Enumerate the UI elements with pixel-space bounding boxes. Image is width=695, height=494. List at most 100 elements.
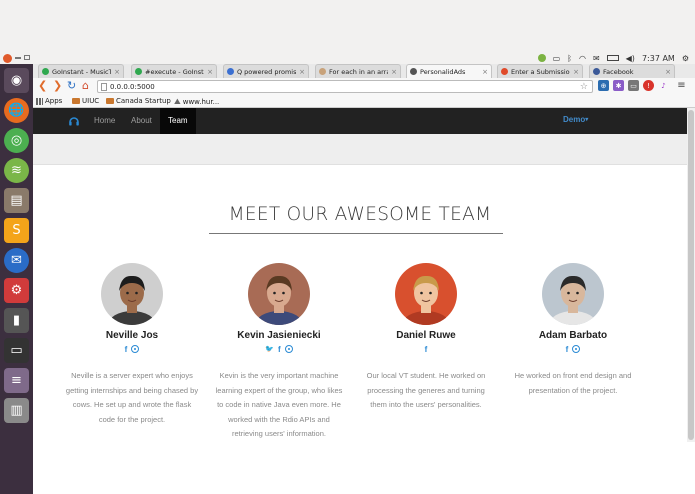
headphones-icon[interactable] xyxy=(68,115,80,127)
tab-title: Q powered promis - Go xyxy=(237,67,297,76)
tab-title: PersonalidAds xyxy=(420,67,466,76)
twitter-icon[interactable]: 🐦 xyxy=(265,345,274,355)
rdio-icon[interactable] xyxy=(284,345,293,353)
bookmark-label: Apps xyxy=(45,97,63,105)
bookmark-www[interactable]: ⛰ www.hur... xyxy=(174,97,219,107)
browser-tab[interactable]: For each in an array. Ho× xyxy=(315,64,401,78)
mail-icon[interactable]: ✉ xyxy=(593,54,600,63)
social-links: 🐦 f xyxy=(204,345,354,355)
tab-close-icon[interactable]: × xyxy=(207,68,213,76)
avatar xyxy=(248,263,310,325)
member-name: Adam Barbato xyxy=(538,330,608,341)
tab-close-icon[interactable]: × xyxy=(665,68,671,76)
stacked-windows-icon[interactable]: ≡ xyxy=(4,368,29,393)
tab-close-icon[interactable]: × xyxy=(299,68,305,76)
demo-label: Demo xyxy=(563,115,586,124)
nav-demo-dropdown[interactable]: Demo▾ xyxy=(563,108,588,134)
trash-icon[interactable]: ▥ xyxy=(4,398,29,423)
tab-close-icon[interactable]: × xyxy=(482,68,488,76)
home-icon[interactable]: ⌂ xyxy=(82,80,89,92)
window-close-button[interactable] xyxy=(3,54,12,63)
section-heading: MEET OUR AWESOME TEAM xyxy=(228,204,492,225)
bookmark-apps[interactable]: Apps xyxy=(36,97,62,105)
bookmark-canada-startup[interactable]: Canada Startup xyxy=(106,97,171,105)
spotify-icon[interactable]: ≋ xyxy=(4,158,29,183)
portrait xyxy=(542,263,604,325)
portrait xyxy=(248,263,310,325)
bluetooth-icon[interactable]: ᛒ xyxy=(567,54,572,63)
cast-icon[interactable]: ▭ xyxy=(628,80,639,91)
system-tray: ▭ ᛒ ◠ ✉ ◀) 7:37 AM ⚙ xyxy=(537,53,689,63)
menu-icon[interactable]: ≡ xyxy=(676,80,687,91)
bookmark-uiuc[interactable]: UIUC xyxy=(72,97,99,105)
browser-tab[interactable]: GoInstant - MusicTrack× xyxy=(38,64,124,78)
tab-favicon-icon xyxy=(319,68,326,75)
back-icon[interactable]: ❮ xyxy=(38,80,47,92)
avatar xyxy=(542,263,604,325)
nav-team[interactable]: Team xyxy=(160,108,196,134)
firefox-icon[interactable]: 🌐 xyxy=(4,98,29,123)
nav-home[interactable]: Home xyxy=(94,108,115,134)
browser-tab[interactable]: PersonalidAds × xyxy=(406,64,492,78)
adblock-icon[interactable]: ! xyxy=(643,80,654,91)
dash-icon[interactable]: ◉ xyxy=(4,68,29,93)
browser-tab[interactable]: Q powered promis - Go× xyxy=(223,64,309,78)
scrollbar-thumb[interactable] xyxy=(688,110,694,440)
spotify-tray-icon[interactable] xyxy=(537,54,546,62)
team-member-card: Adam Barbato f He worked on front end desi… xyxy=(498,263,648,398)
extension-icon[interactable]: ⊕ xyxy=(598,80,609,91)
bookmark-star-icon[interactable]: ☆ xyxy=(580,82,588,92)
thunderbird-icon[interactable]: ✉ xyxy=(4,248,29,273)
tab-favicon-icon xyxy=(135,68,142,75)
tab-title: Enter a Submission | VT xyxy=(511,67,571,76)
tab-title: Facebook xyxy=(603,67,634,76)
tab-close-icon[interactable]: × xyxy=(391,68,397,76)
rdio-icon[interactable] xyxy=(572,345,581,353)
portrait xyxy=(395,263,457,325)
avatar xyxy=(395,263,457,325)
tab-favicon-icon xyxy=(593,68,600,75)
volume-icon[interactable]: ◀) xyxy=(626,54,635,63)
workspace-icon[interactable]: ▭ xyxy=(4,338,29,363)
facebook-icon[interactable]: f xyxy=(425,345,428,355)
team-member-card: Kevin Jasieniecki 🐦 f Kevin is the very imp… xyxy=(204,263,354,442)
window-maximize-button[interactable] xyxy=(24,55,30,60)
apps-grid-icon xyxy=(36,97,43,105)
rdio-icon[interactable] xyxy=(131,345,140,353)
browser-tab[interactable]: Facebook × xyxy=(589,64,675,78)
tab-close-icon[interactable]: × xyxy=(573,68,579,76)
window-minimize-button[interactable] xyxy=(15,57,21,59)
music-extension-icon[interactable]: ♪ xyxy=(658,80,669,91)
bookmark-favicon: ⛰ xyxy=(174,97,181,106)
blank-area xyxy=(33,442,695,494)
wifi-icon[interactable]: ◠ xyxy=(579,54,586,63)
avatar xyxy=(101,263,163,325)
extension-icon[interactable]: ✱ xyxy=(613,80,624,91)
caret-down-icon: ▾ xyxy=(585,117,589,123)
facebook-icon[interactable]: f xyxy=(566,345,569,355)
member-name: Neville Jos xyxy=(105,330,159,341)
tab-title: #execute - GoInstant xyxy=(145,67,204,76)
browser-tab[interactable]: Enter a Submission | VT× xyxy=(497,64,583,78)
settings-icon[interactable]: ⚙ xyxy=(4,278,29,303)
files-icon[interactable]: ▤ xyxy=(4,188,29,213)
tab-close-icon[interactable]: × xyxy=(114,68,120,76)
browser-tab[interactable]: #execute - GoInstant× xyxy=(131,64,217,78)
facebook-icon[interactable]: f xyxy=(278,345,281,355)
clock[interactable]: 7:37 AM xyxy=(642,54,675,63)
nav-about[interactable]: About xyxy=(131,108,152,134)
facebook-icon[interactable]: f xyxy=(125,345,128,355)
team-member-card: Neville Jos f Neville is a server expert w… xyxy=(57,263,207,427)
address-bar[interactable]: 0.0.0.0:5000 ☆ xyxy=(97,80,593,93)
keyboard-icon[interactable]: ▭ xyxy=(553,54,561,63)
chrome-icon[interactable]: ◎ xyxy=(4,128,29,153)
sublime-icon[interactable]: S xyxy=(4,218,29,243)
terminal-icon[interactable]: ▮ xyxy=(4,308,29,333)
gear-icon[interactable]: ⚙ xyxy=(682,54,689,63)
page-icon xyxy=(101,82,107,91)
reload-icon[interactable]: ↻ xyxy=(67,80,76,92)
page-scrollbar[interactable] xyxy=(687,108,695,442)
battery-icon[interactable] xyxy=(606,55,619,61)
social-links: f xyxy=(498,345,648,355)
forward-icon[interactable]: ❯ xyxy=(53,80,62,92)
